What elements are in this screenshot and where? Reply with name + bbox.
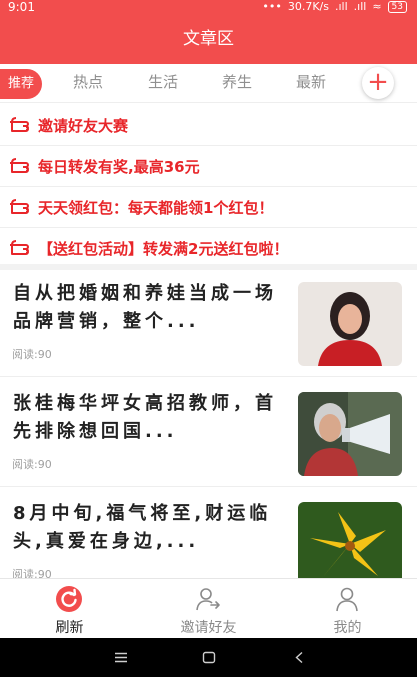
nav-refresh-label: 刷新: [55, 620, 84, 636]
nav-profile[interactable]: 我的: [278, 579, 417, 639]
category-tabs: 推荐 热点 生活 养生 最新 +: [0, 64, 417, 103]
status-bar: 9:01 ••• 30.7K/s .ıll .ıll ≈ 53: [0, 0, 417, 14]
status-time: 9:01: [8, 0, 35, 14]
nav-refresh[interactable]: 刷新: [0, 579, 139, 639]
article-item[interactable]: 张桂梅华坪女高招教师，首先排除想回国... 阅读:90: [0, 380, 417, 487]
notice-text: 天天领红包：每天都能领1个红包！: [38, 198, 274, 217]
notice-text: 邀请好友大赛: [38, 116, 129, 135]
invite-user-icon: [196, 588, 220, 611]
tab-health[interactable]: 养生: [222, 64, 252, 102]
notice-text: 【送红包活动】转发满2元送红包啦！: [38, 239, 289, 258]
pointing-hand-icon: [10, 117, 29, 132]
bottom-nav: 刷新 邀请好友 我的: [0, 578, 417, 639]
article-title: 自从把婚姻和养娃当成一场品牌营销，整个...: [13, 283, 277, 332]
pointing-hand-icon: [10, 199, 29, 214]
article-title: 8月中旬,福气将至,财运临头,真爱在身边,...: [13, 503, 272, 552]
back-icon[interactable]: [294, 651, 304, 664]
article-item[interactable]: 自从把婚姻和养娃当成一场品牌营销，整个... 阅读:90: [0, 270, 417, 377]
nav-profile-label: 我的: [333, 620, 362, 636]
dots-icon: •••: [262, 0, 282, 13]
status-indicators: ••• 30.7K/s .ıll .ıll ≈ 53: [262, 0, 407, 14]
nav-invite-label: 邀请好友: [180, 620, 237, 636]
menu-icon[interactable]: [114, 652, 128, 663]
page-title: 文章区: [0, 14, 417, 64]
tab-hot[interactable]: 热点: [73, 64, 103, 102]
profile-icon: [336, 587, 358, 612]
system-nav-bar: [0, 638, 417, 677]
tab-recommend[interactable]: 推荐: [0, 69, 42, 99]
read-count: 阅读:90: [12, 458, 52, 471]
battery-icon: 53: [387, 1, 407, 13]
signal-icon: .ıll: [334, 0, 348, 13]
wifi-icon: ≈: [372, 0, 382, 13]
article-thumbnail-image: [298, 282, 402, 366]
article-thumbnail-image: [298, 502, 402, 586]
notice-item[interactable]: 【送红包活动】转发满2元送红包啦！: [0, 228, 417, 269]
article-thumbnail-image: [298, 392, 402, 476]
signal-icon-2: .ıll: [353, 0, 367, 13]
tab-life[interactable]: 生活: [148, 64, 178, 102]
notice-text: 每日转发有奖,最高36元: [38, 157, 200, 176]
notice-item[interactable]: 邀请好友大赛: [0, 105, 417, 146]
plus-icon: +: [367, 67, 389, 97]
notice-item[interactable]: 天天领红包：每天都能领1个红包！: [0, 187, 417, 228]
add-category-button[interactable]: +: [362, 67, 394, 99]
read-count: 阅读:90: [12, 348, 52, 361]
refresh-icon: [56, 586, 82, 612]
notice-item[interactable]: 每日转发有奖,最高36元: [0, 146, 417, 187]
network-speed: 30.7K/s: [287, 0, 329, 13]
pointing-hand-icon: [10, 158, 29, 173]
article-title: 张桂梅华坪女高招教师，首先排除想回国...: [13, 393, 277, 442]
pointing-hand-icon: [10, 240, 29, 255]
nav-invite-friends[interactable]: 邀请好友: [139, 579, 278, 639]
home-icon[interactable]: [202, 651, 216, 664]
tab-latest[interactable]: 最新: [296, 64, 326, 102]
